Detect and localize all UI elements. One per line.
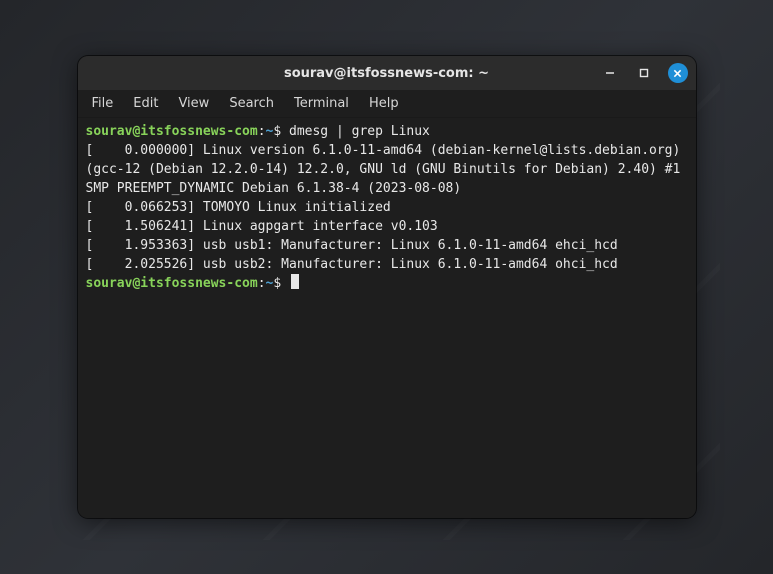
prompt-userhost: sourav@itsfossnews-com bbox=[86, 276, 258, 291]
terminal-body[interactable]: sourav@itsfossnews-com:~$ dmesg | grep L… bbox=[78, 118, 696, 518]
terminal-line: [ 0.066253] TOMOYO Linux initialized bbox=[86, 198, 688, 217]
prompt-colon: : bbox=[258, 276, 266, 291]
terminal-line: [ 1.953363] usb usb1: Manufacturer: Linu… bbox=[86, 236, 688, 255]
minimize-icon bbox=[605, 68, 615, 78]
terminal-line: [ 2.025526] usb usb2: Manufacturer: Linu… bbox=[86, 255, 688, 274]
menu-edit[interactable]: Edit bbox=[123, 92, 168, 115]
prompt-dollar: $ bbox=[273, 276, 281, 291]
close-button[interactable] bbox=[668, 63, 688, 83]
prompt-userhost: sourav@itsfossnews-com bbox=[86, 124, 258, 139]
terminal-line: sourav@itsfossnews-com:~$ dmesg | grep L… bbox=[86, 122, 688, 141]
command-text: dmesg | grep Linux bbox=[289, 124, 430, 139]
cursor bbox=[291, 274, 299, 289]
menu-search[interactable]: Search bbox=[219, 92, 284, 115]
menu-terminal[interactable]: Terminal bbox=[284, 92, 359, 115]
maximize-icon bbox=[639, 68, 649, 78]
window-titlebar[interactable]: sourav@itsfossnews-com: ~ bbox=[78, 56, 696, 90]
terminal-line: [ 0.000000] Linux version 6.1.0-11-amd64… bbox=[86, 141, 688, 198]
menubar: File Edit View Search Terminal Help bbox=[78, 90, 696, 118]
terminal-window: sourav@itsfossnews-com: ~ File Edit View… bbox=[78, 56, 696, 518]
menu-file[interactable]: File bbox=[82, 92, 124, 115]
window-title: sourav@itsfossnews-com: ~ bbox=[284, 66, 489, 81]
window-controls bbox=[600, 56, 688, 90]
menu-view[interactable]: View bbox=[168, 92, 219, 115]
terminal-line: sourav@itsfossnews-com:~$ bbox=[86, 274, 688, 293]
prompt-dollar: $ bbox=[273, 124, 281, 139]
prompt-colon: : bbox=[258, 124, 266, 139]
terminal-line: [ 1.506241] Linux agpgart interface v0.1… bbox=[86, 217, 688, 236]
maximize-button[interactable] bbox=[634, 63, 654, 83]
menu-help[interactable]: Help bbox=[359, 92, 409, 115]
close-icon bbox=[673, 69, 682, 78]
minimize-button[interactable] bbox=[600, 63, 620, 83]
